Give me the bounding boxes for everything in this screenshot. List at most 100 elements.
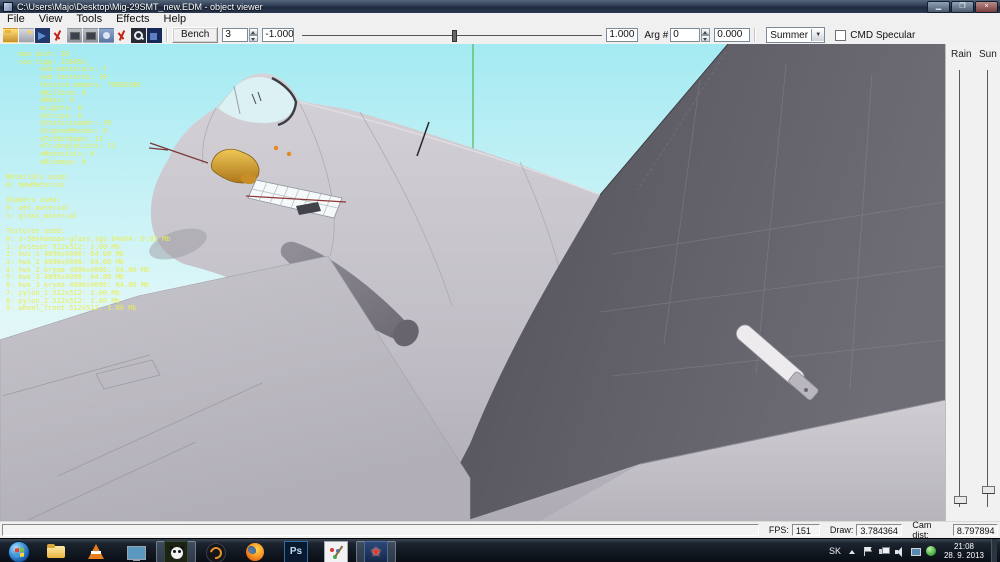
taskbar-vlc-icon[interactable] xyxy=(84,541,108,562)
season-value: Summer xyxy=(770,29,809,41)
spinner-up-icon[interactable] xyxy=(701,28,711,35)
taskbar-photoshop-icon[interactable]: Ps xyxy=(284,540,308,562)
camera-prev-icon[interactable] xyxy=(67,27,82,43)
taskbar-starapp-icon[interactable]: ★ xyxy=(364,540,388,562)
taskbar-slot-emblem xyxy=(196,541,236,562)
fps-value: 151 xyxy=(791,524,820,536)
spinner-up-icon[interactable] xyxy=(249,28,259,35)
toolbar-separator xyxy=(754,28,757,42)
menu-view[interactable]: View xyxy=(32,13,70,26)
window-controls: ▁ ❐ × xyxy=(927,1,998,13)
sun-slider[interactable] xyxy=(982,486,995,494)
taskbar-slot-start xyxy=(2,540,36,562)
draw-label: Draw: xyxy=(829,525,854,535)
taskbar-slot-sysmonitor: 99 xyxy=(116,541,156,562)
taskbar-panda-icon[interactable] xyxy=(164,540,188,562)
range-max-field[interactable]: 1.000 xyxy=(606,28,639,42)
taskbar-emblem-icon[interactable] xyxy=(204,541,228,562)
taskbar-sysmonitor-icon[interactable]: 99 xyxy=(124,541,148,562)
rain-slider-track xyxy=(959,70,960,507)
system-tray: SK 21:08 28. 9. 2013 xyxy=(829,539,1000,562)
taskbar: 99 Ps ★ SK 21:08 28. 9. 2013 xyxy=(0,538,1000,562)
clock[interactable]: 21:08 28. 9. 2013 xyxy=(942,542,986,560)
status-message-box xyxy=(2,524,759,536)
language-indicator[interactable]: SK xyxy=(829,546,841,556)
taskbar-slot-photoshop: Ps xyxy=(276,540,316,562)
taskbar-slot-firefox xyxy=(236,541,276,562)
tray-icons xyxy=(846,545,937,557)
toolbar-icons xyxy=(3,27,162,43)
app-icon xyxy=(3,1,13,12)
cam-dist-label: Cam dist: xyxy=(912,520,932,540)
fps-label: FPS: xyxy=(768,525,789,535)
date: 28. 9. 2013 xyxy=(943,551,984,560)
taskbar-slot-paint xyxy=(316,540,356,562)
menu-tools[interactable]: Tools xyxy=(69,13,109,26)
time: 21:08 xyxy=(953,542,974,551)
bench-count-field[interactable]: 3 xyxy=(222,28,249,42)
run-animation-icon[interactable] xyxy=(51,27,66,43)
screen: C:\Users\Majo\Desktop\Mig-29SMT_new.EDM … xyxy=(0,0,1000,562)
rain-label: Rain xyxy=(951,49,972,60)
display-mode-icon[interactable] xyxy=(99,27,114,43)
tray-caret-icon[interactable] xyxy=(846,546,857,557)
taskbar-slot-panda xyxy=(156,540,196,562)
slider-thumb[interactable] xyxy=(452,30,458,42)
taskbar-start-icon[interactable] xyxy=(8,540,30,562)
open-folder-icon[interactable] xyxy=(3,27,18,43)
minimize-button[interactable]: ▁ xyxy=(927,1,950,13)
maximize-button[interactable]: ❐ xyxy=(951,1,974,13)
spinner-down-icon[interactable] xyxy=(701,35,711,42)
spinner-down-icon[interactable] xyxy=(249,35,259,42)
season-combobox[interactable]: Summer ▼ xyxy=(766,27,826,43)
debug-overlay: max dist: 28 con tigg: 136451 num materi… xyxy=(6,50,171,313)
tray-display-icon[interactable] xyxy=(910,546,921,557)
taskbar-slot-starapp: ★ xyxy=(356,540,396,562)
taskbar-explorer-icon[interactable] xyxy=(44,541,68,562)
window-title: C:\Users\Majo\Desktop\Mig-29SMT_new.EDM … xyxy=(17,1,263,12)
arg-value-field[interactable]: 0.000 xyxy=(714,28,751,42)
taskbar-apps: 99 Ps ★ xyxy=(0,539,396,562)
tray-network-icon[interactable] xyxy=(878,546,890,557)
sun-slider-track xyxy=(987,70,988,507)
range-min-field[interactable]: -1.000 xyxy=(262,28,295,42)
environment-panel: Rain Sun xyxy=(945,44,1000,521)
statusbar: FPS: 151 Draw: 3.784364 Cam dist: 8.7978… xyxy=(0,520,1000,540)
argument-slider[interactable] xyxy=(302,28,603,42)
magnifier-icon[interactable] xyxy=(131,27,146,43)
taskbar-slot-explorer xyxy=(36,541,76,562)
chevron-down-icon[interactable]: ▼ xyxy=(811,29,825,41)
toolbar-separator xyxy=(166,28,168,42)
tray-volume-icon[interactable] xyxy=(894,546,905,557)
sun-label: Sun xyxy=(979,49,997,60)
arg-number-field[interactable]: 0 xyxy=(670,28,701,42)
bench-button[interactable]: Bench xyxy=(172,27,219,43)
tray-flag-icon[interactable] xyxy=(862,546,873,557)
camera-next-icon[interactable] xyxy=(83,27,98,43)
menu-help[interactable]: Help xyxy=(157,13,194,26)
tray-shield-icon[interactable] xyxy=(925,545,937,557)
taskbar-paint-icon[interactable] xyxy=(324,540,348,562)
layers-icon[interactable] xyxy=(147,27,162,43)
arg-label: Arg # xyxy=(644,29,669,41)
cmd-specular-label: CMD Specular xyxy=(850,29,916,41)
save-file-icon[interactable] xyxy=(19,27,34,43)
rain-slider[interactable] xyxy=(954,496,967,504)
taskbar-firefox-icon[interactable] xyxy=(244,541,268,562)
titlebar[interactable]: C:\Users\Majo\Desktop\Mig-29SMT_new.EDM … xyxy=(0,0,1000,13)
viewport-3d[interactable]: max dist: 28 con tigg: 136451 num materi… xyxy=(0,44,945,521)
arg-spinner[interactable] xyxy=(701,28,711,42)
menu-file[interactable]: File xyxy=(0,13,32,26)
cam-dist-value: 8.797894 xyxy=(952,524,999,536)
toolbar: Bench 3 -1.000 1.000 Arg # 0 0.000 Summe… xyxy=(0,26,1000,45)
menubar: File View Tools Effects Help xyxy=(0,13,1000,27)
show-desktop-button[interactable] xyxy=(991,539,997,562)
close-button[interactable]: × xyxy=(975,1,998,13)
import-model-icon[interactable] xyxy=(35,27,50,43)
run-animation-2-icon[interactable] xyxy=(115,27,130,43)
taskbar-slot-vlc xyxy=(76,541,116,562)
draw-value: 3.784364 xyxy=(856,524,903,536)
bench-spinner[interactable] xyxy=(249,28,259,42)
menu-effects[interactable]: Effects xyxy=(109,13,156,26)
cmd-specular-checkbox[interactable] xyxy=(835,29,847,41)
